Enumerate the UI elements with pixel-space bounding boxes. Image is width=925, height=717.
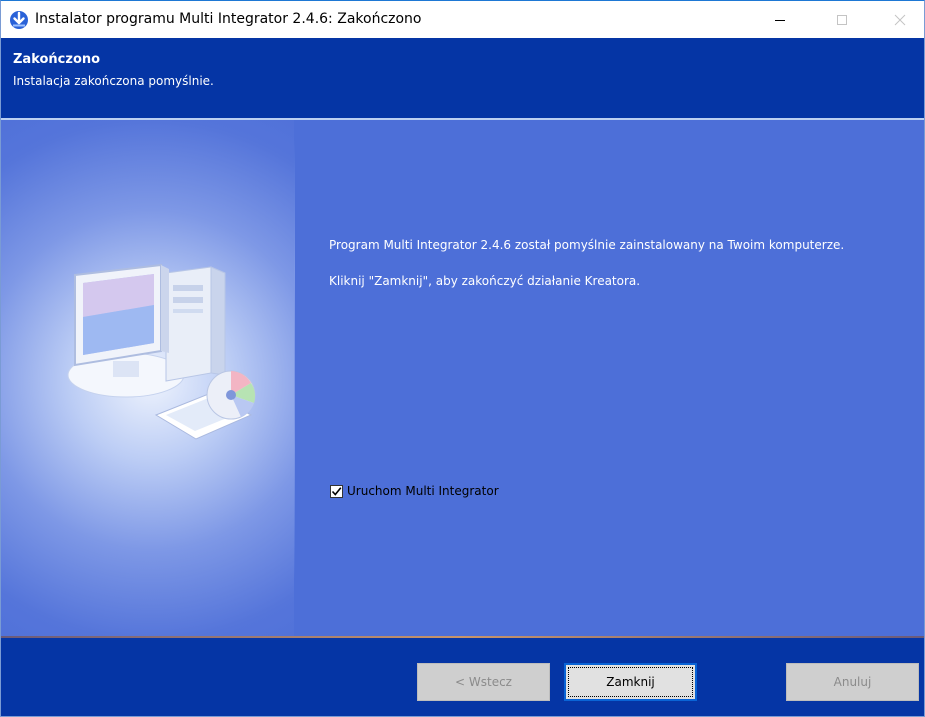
installer-window: Instalator programu Multi Integrator 2.4… <box>0 0 925 717</box>
close-window-button[interactable] <box>877 1 923 38</box>
side-divider <box>294 140 295 580</box>
focus-rectangle <box>568 667 693 697</box>
title-bar[interactable]: Instalator programu Multi Integrator 2.4… <box>1 1 924 38</box>
page-title: Zakończono <box>13 52 101 67</box>
cancel-button[interactable]: Anuluj <box>786 663 919 701</box>
wizard-header: Zakończono Instalacja zakończona pomyśln… <box>1 38 924 118</box>
close-instruction: Kliknij "Zamknij", aby zakończyć działan… <box>329 274 641 288</box>
maximize-button[interactable] <box>819 1 865 38</box>
run-program-label[interactable]: Uruchom Multi Integrator <box>347 484 499 498</box>
wizard-body: Program Multi Integrator 2.4.6 został po… <box>1 120 924 636</box>
run-program-checkbox-row[interactable]: Uruchom Multi Integrator <box>330 484 499 498</box>
back-button[interactable]: < Wstecz <box>417 663 550 701</box>
side-panel <box>1 120 294 636</box>
computer-cd-illustration <box>67 263 256 440</box>
run-program-checkbox[interactable] <box>330 484 343 498</box>
finish-close-button[interactable]: Zamknij <box>564 663 697 701</box>
installer-arrow-icon <box>10 11 28 29</box>
minimize-icon <box>775 19 785 21</box>
wizard-footer: < Wstecz Zamknij Anuluj <box>1 638 924 716</box>
window-title: Instalator programu Multi Integrator 2.4… <box>35 11 422 27</box>
page-subtitle: Instalacja zakończona pomyślnie. <box>13 74 214 88</box>
checkmark-icon <box>331 486 342 496</box>
close-icon <box>894 14 906 25</box>
success-message: Program Multi Integrator 2.4.6 został po… <box>329 238 845 252</box>
maximize-icon <box>837 14 847 25</box>
minimize-button[interactable] <box>757 1 803 38</box>
